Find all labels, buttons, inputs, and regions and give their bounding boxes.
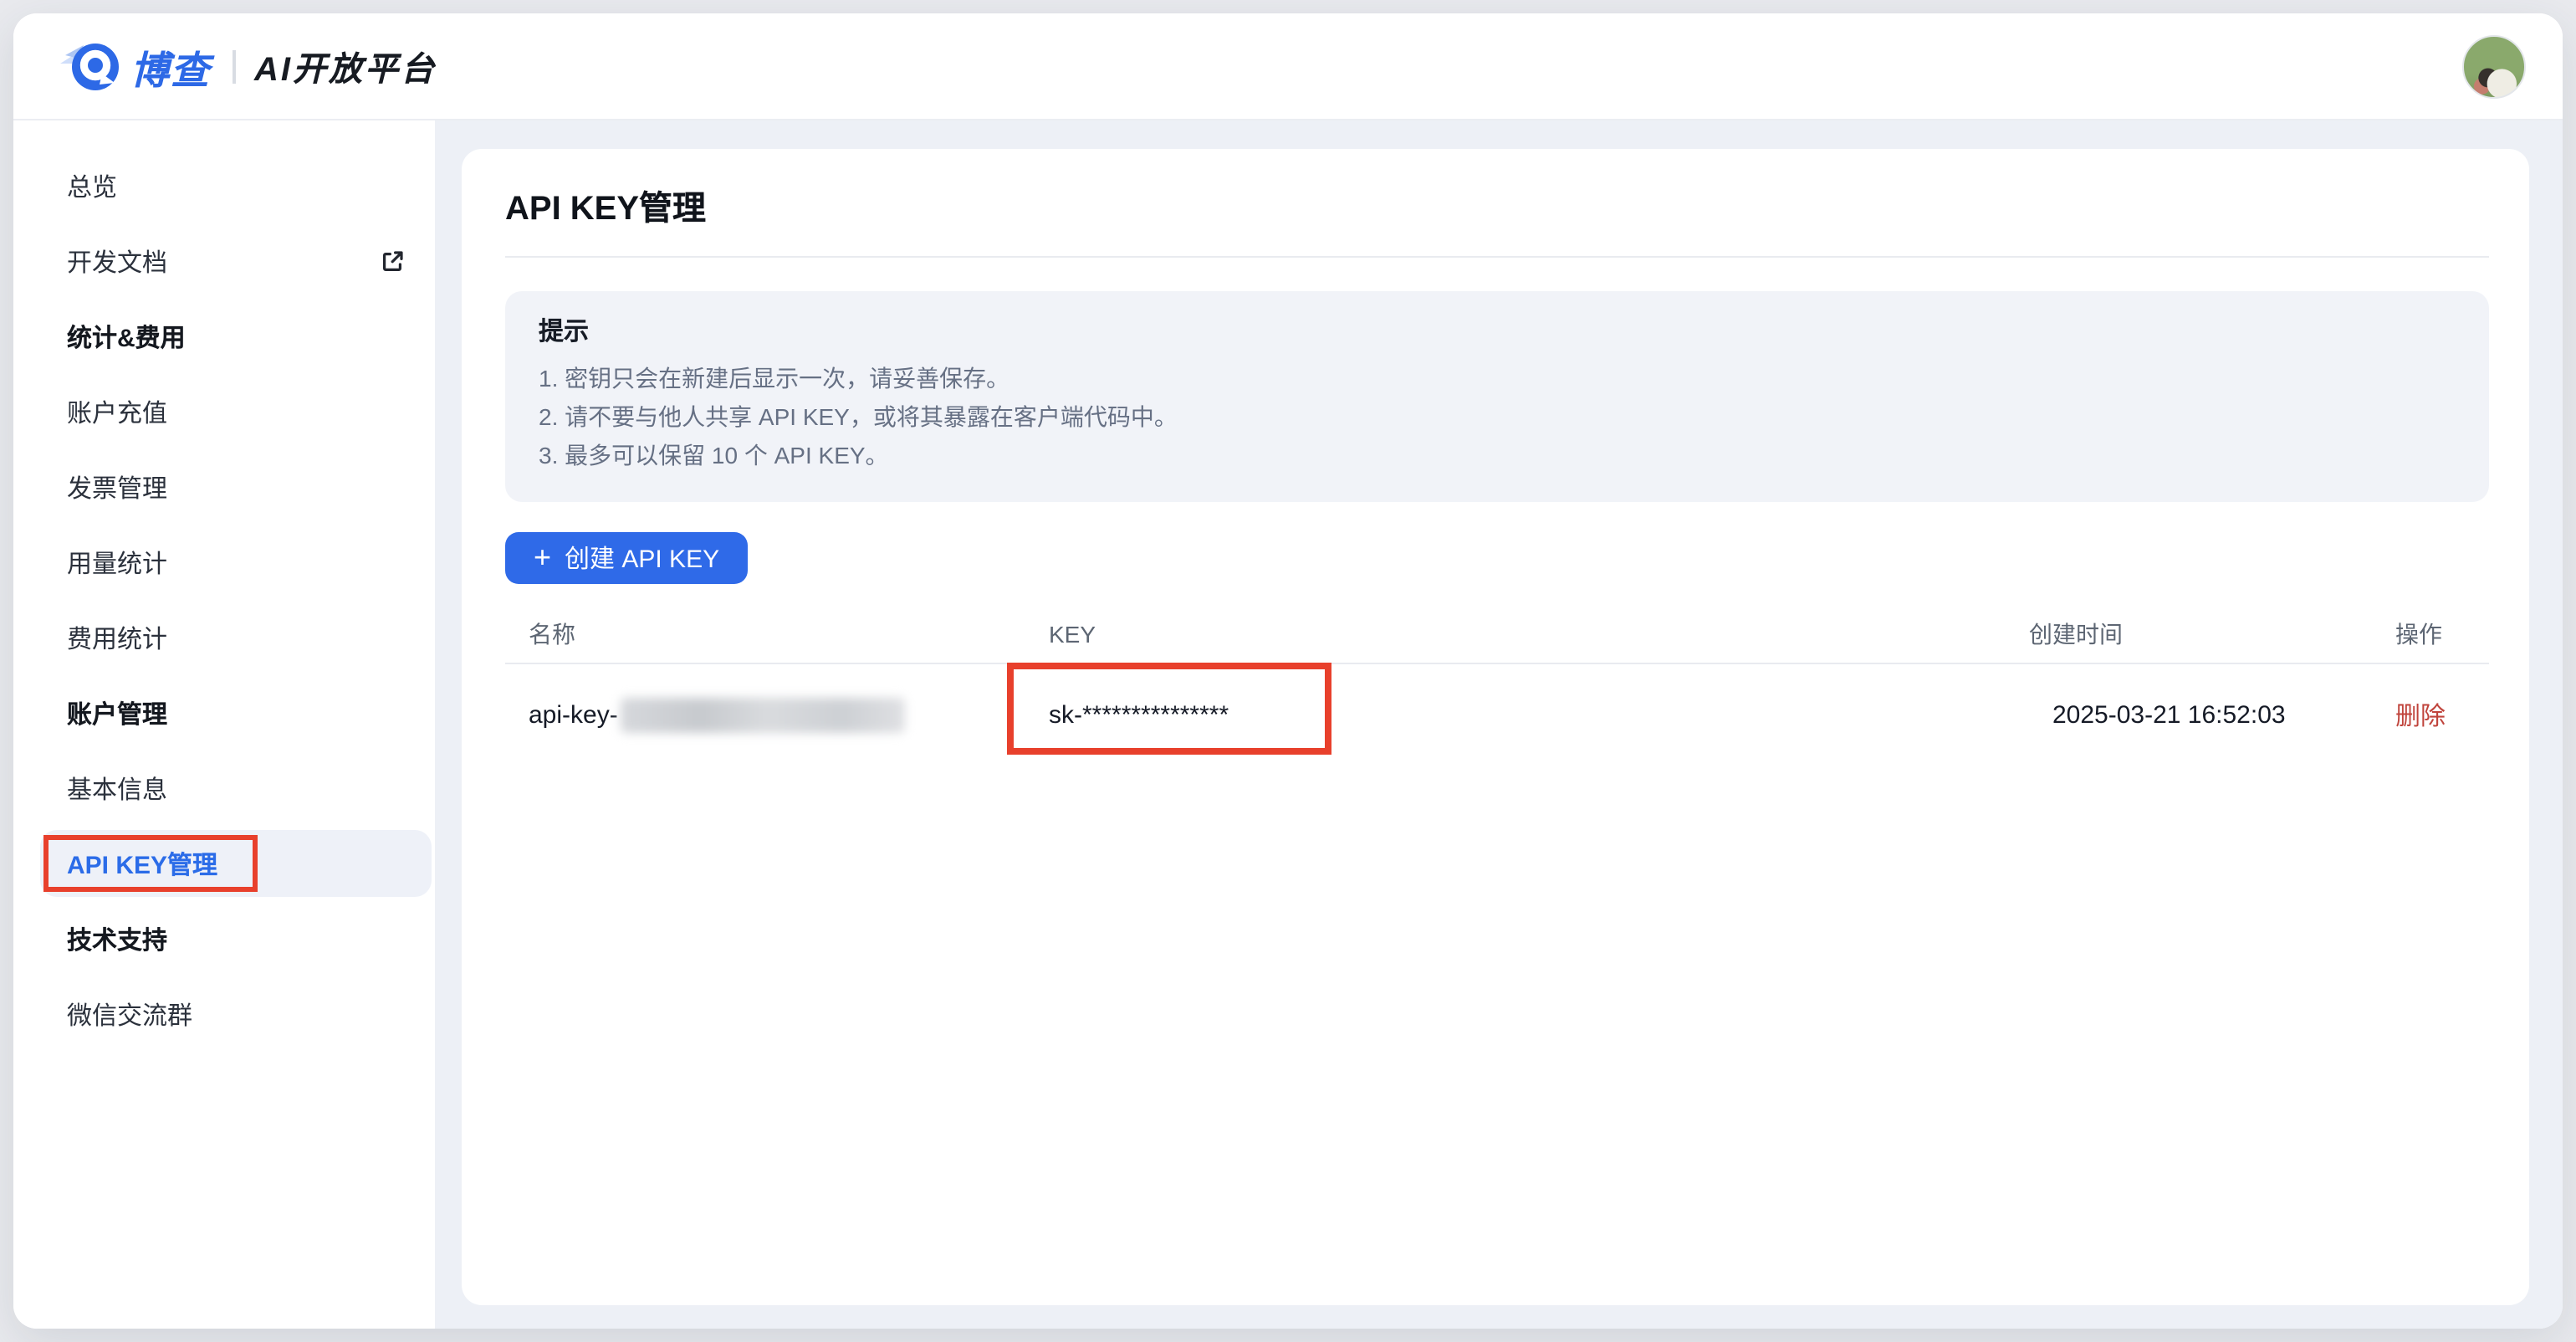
plus-icon: + xyxy=(534,541,551,571)
content-region: API KEY管理 提示 1. 密钥只会在新建后显示一次，请妥善保存。2. 请不… xyxy=(435,120,2563,1329)
sidebar-section-label: 技术支持 xyxy=(40,905,432,972)
table-header-row: 名称KEY创建时间操作 xyxy=(505,604,2489,664)
sidebar-item-费用统计[interactable]: 费用统计 xyxy=(40,604,432,671)
sidebar-item-用量统计[interactable]: 用量统计 xyxy=(40,529,432,596)
tips-lines: 1. 密钥只会在新建后显示一次，请妥善保存。2. 请不要与他人共享 API KE… xyxy=(539,360,2456,475)
sidebar-section-label: 账户管理 xyxy=(40,679,432,746)
bocha-logo-icon xyxy=(57,36,124,96)
redacted-name-blur xyxy=(621,697,906,732)
sidebar-item-text: 微信交流群 xyxy=(67,996,192,1032)
page-title: API KEY管理 xyxy=(505,186,2489,233)
sidebar-item-API KEY管理[interactable]: API KEY管理 xyxy=(40,830,432,897)
tip-line: 3. 最多可以保留 10 个 API KEY。 xyxy=(539,437,2456,475)
sidebar-item-text: 开发文档 xyxy=(67,243,167,279)
sidebar-item-发票管理[interactable]: 发票管理 xyxy=(40,453,432,520)
sidebar-item-总览[interactable]: 总览 xyxy=(40,152,432,219)
sidebar-item-text: 总览 xyxy=(67,168,117,203)
external-link-icon xyxy=(380,248,405,274)
sidebar-item-text: 发票管理 xyxy=(67,469,167,505)
app-body: 总览开发文档统计&费用账户充值发票管理用量统计费用统计账户管理基本信息 API K… xyxy=(13,120,2563,1329)
top-header: 博查 AI开放平台 xyxy=(13,13,2563,120)
table-row: api-key-sk-***************2025-03-21 16:… xyxy=(505,664,2489,765)
user-avatar[interactable] xyxy=(2462,34,2526,98)
product-name: AI开放平台 xyxy=(254,42,437,90)
tips-panel: 提示 1. 密钥只会在新建后显示一次，请妥善保存。2. 请不要与他人共享 API… xyxy=(505,291,2489,502)
delete-link[interactable]: 删除 xyxy=(2395,702,2446,730)
created-time-cell: 2025-03-21 16:52:03 xyxy=(2029,700,2395,729)
action-cell: 删除 xyxy=(2395,697,2489,732)
api-key-name-prefix: api-key- xyxy=(529,700,618,729)
app-stage: 博查 AI开放平台 总览开发文档统计&费用账户充值发票管理用量统计费用统计账户管… xyxy=(0,0,2576,1342)
sidebar-item-text: 统计&费用 xyxy=(67,319,186,354)
sidebar-item-text: 费用统计 xyxy=(67,620,167,655)
api-key-masked-cell: sk-*************** xyxy=(1049,700,2029,729)
table-body: api-key-sk-***************2025-03-21 16:… xyxy=(505,664,2489,765)
tip-line: 2. 请不要与他人共享 API KEY，或将其暴露在客户端代码中。 xyxy=(539,398,2456,437)
title-divider xyxy=(505,256,2489,258)
sidebar-item-text: 用量统计 xyxy=(67,545,167,580)
sidebar: 总览开发文档统计&费用账户充值发票管理用量统计费用统计账户管理基本信息 API K… xyxy=(13,120,435,1329)
column-header-创建时间: 创建时间 xyxy=(2029,617,2395,650)
brand-divider xyxy=(233,49,236,83)
sidebar-item-text: 基本信息 xyxy=(67,771,167,806)
main-card: API KEY管理 提示 1. 密钥只会在新建后显示一次，请妥善保存。2. 请不… xyxy=(462,149,2529,1305)
api-key-name-cell: api-key- xyxy=(529,697,1049,732)
sidebar-item-账户充值[interactable]: 账户充值 xyxy=(40,378,432,445)
tip-line: 1. 密钥只会在新建后显示一次，请妥善保存。 xyxy=(539,360,2456,398)
sidebar-item-基本信息[interactable]: 基本信息 xyxy=(40,755,432,822)
sidebar-item-text: 技术支持 xyxy=(67,921,167,956)
sidebar-item-text: 账户充值 xyxy=(67,394,167,429)
tips-title: 提示 xyxy=(539,315,2456,351)
sidebar-item-微信交流群[interactable]: 微信交流群 xyxy=(40,981,432,1047)
app-window: 博查 AI开放平台 总览开发文档统计&费用账户充值发票管理用量统计费用统计账户管… xyxy=(13,13,2563,1329)
sidebar-section-label: 统计&费用 xyxy=(40,303,432,370)
create-api-key-button[interactable]: + 创建 API KEY xyxy=(505,532,748,584)
column-header-KEY: KEY xyxy=(1049,620,2029,647)
brand[interactable]: 博查 AI开放平台 xyxy=(57,36,437,96)
sidebar-item-text: 账户管理 xyxy=(67,695,167,730)
sidebar-item-开发文档[interactable]: 开发文档 xyxy=(40,228,432,295)
brand-name: 博查 xyxy=(130,38,211,95)
sidebar-item-text: API KEY管理 xyxy=(67,846,217,881)
column-header-操作: 操作 xyxy=(2395,617,2489,650)
create-api-key-label: 创建 API KEY xyxy=(565,540,719,576)
api-key-table: 名称KEY创建时间操作 api-key-sk-***************20… xyxy=(505,604,2489,765)
column-header-名称: 名称 xyxy=(529,617,1049,650)
sidebar-nav: 总览开发文档统计&费用账户充值发票管理用量统计费用统计账户管理基本信息 API K… xyxy=(13,152,435,1047)
